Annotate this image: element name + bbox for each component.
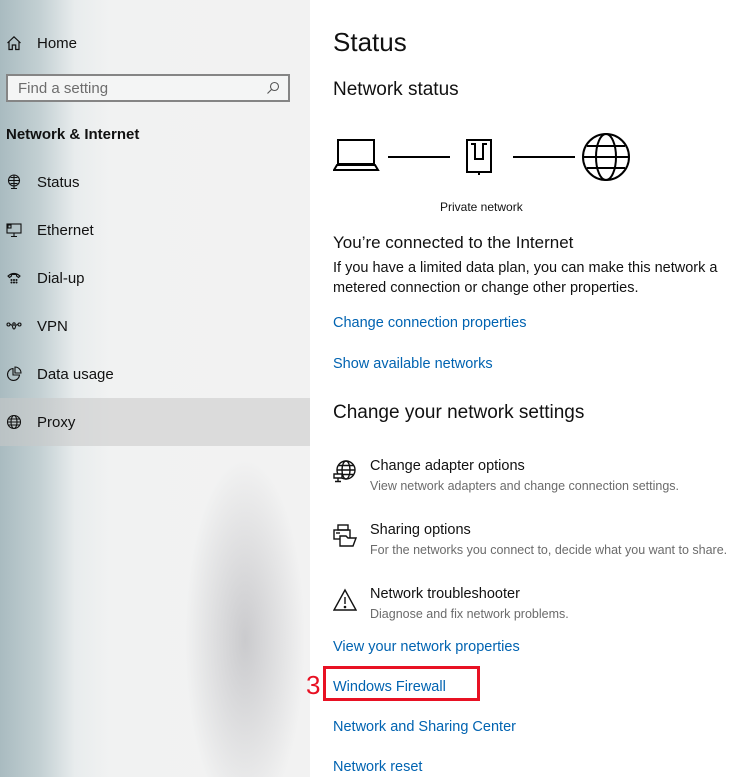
network-status-heading: Network status <box>333 79 459 100</box>
status-globe-monitor-icon <box>7 174 21 190</box>
sidebar-item-data-usage[interactable]: Data usage <box>0 350 310 398</box>
network-and-sharing-center-link[interactable]: Network and Sharing Center <box>333 719 516 735</box>
router-icon <box>466 139 492 175</box>
show-available-networks-link[interactable]: Show available networks <box>333 356 493 372</box>
network-reset-link[interactable]: Network reset <box>333 759 422 775</box>
laptop-icon <box>333 139 380 171</box>
search-box[interactable] <box>6 74 290 102</box>
sidebar: Home Network & Internet Status Ethernet … <box>0 0 310 777</box>
globe-icon <box>6 414 22 430</box>
globe-icon <box>582 133 630 181</box>
ethernet-icon <box>6 223 22 238</box>
sidebar-item-vpn[interactable]: VPN <box>0 302 310 350</box>
connection-status-description: If you have a limited data plan, you can… <box>333 260 718 296</box>
connection-status-title: You’re connected to the Internet <box>333 233 574 252</box>
change-connection-properties-link[interactable]: Change connection properties <box>333 315 526 331</box>
sidebar-item-dial-up[interactable]: Dial-up <box>0 254 310 302</box>
vpn-icon <box>6 322 22 330</box>
search-icon[interactable] <box>266 81 280 95</box>
sharing-icon <box>333 524 357 547</box>
sidebar-item-label: Ethernet <box>37 221 94 239</box>
sidebar-item-status[interactable]: Status <box>0 158 310 206</box>
network-type-label: Private network <box>440 200 523 214</box>
sidebar-item-label: Proxy <box>37 413 76 431</box>
dial-up-phone-icon <box>7 272 21 284</box>
section-title: Network & Internet <box>6 126 140 143</box>
option-description: Diagnose and fix network problems. <box>370 607 569 621</box>
option-title: Change adapter options <box>370 458 525 474</box>
sidebar-item-proxy[interactable]: Proxy <box>0 398 310 446</box>
home-icon <box>7 35 21 51</box>
home-nav-item[interactable]: Home <box>6 30 77 56</box>
network-troubleshooter[interactable]: Network troubleshooter Diagnose and fix … <box>333 586 743 630</box>
sidebar-item-label: VPN <box>37 317 68 335</box>
main-content: Status Network status Private network Yo… <box>310 0 747 777</box>
option-title: Network troubleshooter <box>370 586 520 602</box>
sidebar-item-label: Data usage <box>37 365 114 383</box>
search-input[interactable] <box>8 79 266 97</box>
option-description: View network adapters and change connect… <box>370 479 679 493</box>
warning-icon <box>333 588 357 611</box>
data-usage-pie-icon <box>7 366 22 381</box>
sidebar-item-ethernet[interactable]: Ethernet <box>0 206 310 254</box>
network-diagram <box>333 133 630 181</box>
sidebar-item-label: Dial-up <box>37 269 85 287</box>
option-description: For the networks you connect to, decide … <box>370 543 728 557</box>
sharing-options[interactable]: Sharing options For the networks you con… <box>333 522 743 566</box>
home-label: Home <box>37 34 78 52</box>
annotation-highlight-box <box>323 666 480 701</box>
adapter-globe-icon <box>333 460 356 483</box>
view-network-properties-link[interactable]: View your network properties <box>333 639 520 655</box>
sidebar-item-label: Status <box>37 173 80 191</box>
page-title: Status <box>333 27 407 57</box>
annotation-step-number: 3 <box>306 670 321 700</box>
change-network-settings-heading: Change your network settings <box>333 402 585 423</box>
change-adapter-options[interactable]: Change adapter options View network adap… <box>333 458 743 502</box>
option-title: Sharing options <box>370 522 471 538</box>
